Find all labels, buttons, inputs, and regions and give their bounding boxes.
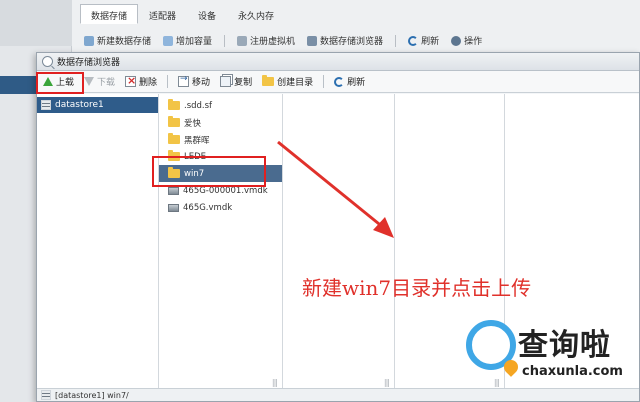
datastore-browser-label: 数据存储浏览器 <box>320 37 384 47</box>
disk-icon <box>168 203 179 212</box>
actions-label: 操作 <box>464 37 483 47</box>
delete-label: 删除 <box>139 78 158 88</box>
magnifier-icon <box>42 56 53 67</box>
folder-icon <box>168 133 180 144</box>
upload-highlight-box <box>36 72 84 94</box>
background-toolbar: 新建数据存储 增加容量 注册虚拟机 数据存储浏览器 刷新 操作 <box>84 34 482 47</box>
background-navigator-header <box>0 0 72 46</box>
file-name: 465G.vmdk <box>183 202 233 213</box>
register-vm-label: 注册虚拟机 <box>250 37 296 47</box>
logo-url: chaxunla.com <box>522 364 623 379</box>
refresh-button[interactable]: 刷新 <box>334 75 365 88</box>
status-bar: [datastore1] win7/ <box>37 388 639 401</box>
datastore-label: datastore1 <box>55 100 104 110</box>
datastore-tree-item[interactable]: datastore1 <box>37 97 158 113</box>
folder-icon <box>168 99 180 110</box>
browser-icon <box>307 35 318 46</box>
delete-icon <box>125 74 136 87</box>
copy-button[interactable]: 复制 <box>220 75 252 88</box>
refresh-icon <box>334 76 345 87</box>
logo-name: 查询啦 <box>518 328 611 363</box>
folder-icon <box>262 75 275 86</box>
datastore-browser-button[interactable]: 数据存储浏览器 <box>307 34 383 47</box>
file-list: .sdd.sf 爱快 黑群晖 LEDE win7 465G-000001.vmdk 465G… <box>159 94 282 216</box>
copy-label: 复制 <box>234 78 253 88</box>
dialog-title-bar: 数据存储浏览器 <box>37 53 639 71</box>
download-button[interactable]: 下载 <box>84 75 115 88</box>
column-resize-handle[interactable]: ||| <box>272 378 278 387</box>
move-icon <box>178 74 190 87</box>
capacity-icon <box>163 35 174 46</box>
increase-capacity-label: 增加容量 <box>176 37 213 47</box>
column-resize-handle[interactable]: ||| <box>384 378 390 387</box>
current-path: [datastore1] win7/ <box>55 390 129 400</box>
dialog-title: 数据存储浏览器 <box>57 58 121 68</box>
vm-icon <box>237 35 248 46</box>
datastore-icon <box>41 100 51 110</box>
toolbar-divider <box>224 34 226 47</box>
file-name: 爱快 <box>184 118 202 129</box>
background-refresh-button[interactable]: 刷新 <box>408 34 439 47</box>
new-datastore-button[interactable]: 新建数据存储 <box>84 34 151 47</box>
folder-row[interactable]: 爱快 <box>159 114 282 131</box>
datastore-tree: datastore1 <box>37 94 159 390</box>
win7-highlight-box <box>152 156 266 187</box>
folder-icon <box>168 116 180 127</box>
file-list-pane[interactable]: .sdd.sf 爱快 黑群晖 LEDE win7 465G-000001.vmdk 465G… <box>159 94 283 390</box>
download-arrow-icon <box>84 77 95 86</box>
toolbar-divider <box>323 75 325 88</box>
register-vm-button[interactable]: 注册虚拟机 <box>237 34 295 47</box>
tab-persistent-memory[interactable]: 永久内存 <box>227 4 285 24</box>
delete-button[interactable]: 删除 <box>125 74 158 88</box>
background-refresh-label: 刷新 <box>421 37 440 47</box>
download-label: 下载 <box>97 78 116 88</box>
refresh-icon <box>408 35 419 46</box>
gear-icon <box>451 35 462 46</box>
move-button[interactable]: 移动 <box>178 74 211 88</box>
copy-icon <box>220 76 232 87</box>
folder-row[interactable]: 黑群晖 <box>159 131 282 148</box>
tab-datastores[interactable]: 数据存储 <box>80 4 139 24</box>
logo-magnifier-icon <box>466 320 516 370</box>
toolbar-divider <box>395 34 397 47</box>
move-label: 移动 <box>192 78 211 88</box>
file-name: 465G-000001.vmdk <box>183 185 268 196</box>
refresh-label: 刷新 <box>347 78 366 88</box>
new-folder-label: 创建目录 <box>277 78 314 88</box>
background-tabs: 数据存储 适配器 设备 永久内存 <box>80 4 285 24</box>
dialog-toolbar: 上载 下载 删除 移动 复制 创建目录 刷新 <box>37 71 639 93</box>
toolbar-divider <box>167 75 169 88</box>
increase-capacity-button[interactable]: 增加容量 <box>163 34 212 47</box>
watermark-logo: 查询啦 chaxunla.com <box>462 316 632 388</box>
file-name: 黑群晖 <box>184 135 210 146</box>
background-navigator-selection <box>0 76 40 94</box>
new-datastore-label: 新建数据存储 <box>97 37 152 47</box>
file-row[interactable]: 465G.vmdk <box>159 199 282 216</box>
disk-icon <box>168 186 179 195</box>
datastore-add-icon <box>84 35 94 46</box>
new-folder-button[interactable]: 创建目录 <box>262 75 313 88</box>
empty-column: ||| <box>283 94 395 390</box>
annotation-caption: 新建win7目录并点击上传 <box>302 276 532 300</box>
folder-row[interactable]: .sdd.sf <box>159 97 282 114</box>
tab-adapters[interactable]: 适配器 <box>138 4 187 24</box>
file-name: .sdd.sf <box>184 100 213 111</box>
actions-button[interactable]: 操作 <box>451 34 482 47</box>
datastore-icon <box>41 390 51 400</box>
tab-devices[interactable]: 设备 <box>187 4 227 24</box>
